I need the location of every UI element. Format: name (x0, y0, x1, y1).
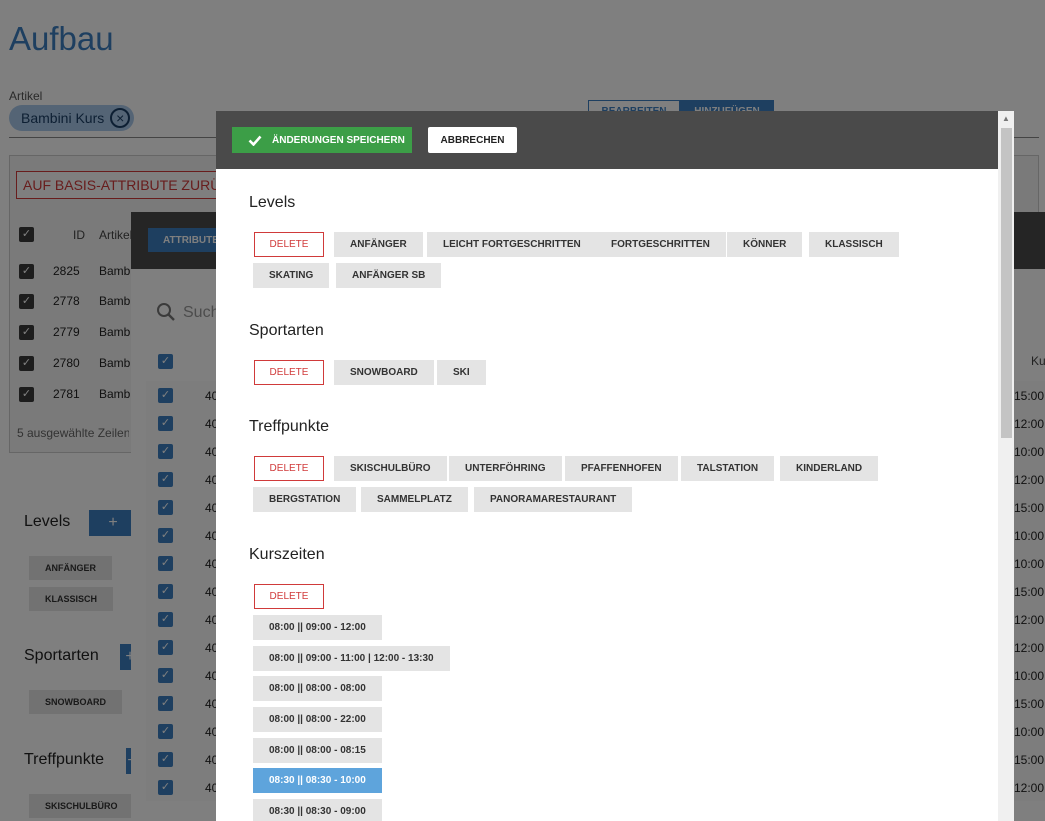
modal-header: ÄNDERUNGEN SPEICHERN ABBRECHEN (216, 111, 1014, 169)
section-title-kurszeiten: Kurszeiten (249, 546, 325, 563)
delete-kurszeiten-button[interactable]: DELETE (254, 584, 324, 609)
tag-kinderland[interactable]: KINDERLAND (780, 456, 879, 481)
delete-levels-button[interactable]: DELETE (254, 232, 324, 257)
tag-kurszeit-7[interactable]: 08:30 || 08:30 - 09:00 (253, 799, 382, 821)
tag-skating[interactable]: SKATING (253, 263, 330, 288)
section-title-levels: Levels (249, 194, 296, 211)
tag-koenner[interactable]: KÖNNER (727, 232, 803, 257)
tag-anfaenger-sb[interactable]: ANFÄNGER SB (336, 263, 442, 288)
tag-leicht-fortgeschritten[interactable]: LEICHT FORTGESCHRITTEN (427, 232, 597, 257)
section-title-treffpunkte: Treffpunkte (249, 418, 330, 435)
tag-kurszeit-2[interactable]: 08:00 || 09:00 - 11:00 | 12:00 - 13:30 (253, 646, 450, 671)
tag-kurszeit-5[interactable]: 08:00 || 08:00 - 08:15 (253, 738, 382, 763)
check-icon (248, 135, 262, 146)
scroll-up-icon[interactable]: ▲ (1002, 114, 1010, 123)
save-changes-label: ÄNDERUNGEN SPEICHERN (272, 134, 405, 146)
tag-kurszeit-1[interactable]: 08:00 || 09:00 - 12:00 (253, 615, 382, 640)
tag-unterfoehring[interactable]: UNTERFÖHRING (449, 456, 562, 481)
tag-fortgeschritten[interactable]: FORTGESCHRITTEN (595, 232, 726, 257)
tag-klassisch[interactable]: KLASSISCH (809, 232, 899, 257)
delete-treffpunkte-button[interactable]: DELETE (254, 456, 324, 481)
tag-pfaffenhofen[interactable]: PFAFFENHOFEN (565, 456, 678, 481)
tag-ski[interactable]: SKI (437, 360, 486, 385)
tag-talstation[interactable]: TALSTATION (681, 456, 775, 481)
tag-skischulbuero[interactable]: SKISCHULBÜRO (334, 456, 447, 481)
tag-bergstation[interactable]: BERGSTATION (253, 487, 357, 512)
tag-kurszeit-6-selected[interactable]: 08:30 || 08:30 - 10:00 (253, 768, 382, 793)
tag-sammelplatz[interactable]: SAMMELPLATZ (361, 487, 468, 512)
tag-panoramarestaurant[interactable]: PANORAMARESTAURANT (474, 487, 633, 512)
tag-anfaenger[interactable]: ANFÄNGER (334, 232, 423, 257)
tag-kurszeit-4[interactable]: 08:00 || 08:00 - 22:00 (253, 707, 382, 732)
tag-kurszeit-3[interactable]: 08:00 || 08:00 - 08:00 (253, 676, 382, 701)
cancel-button[interactable]: ABBRECHEN (428, 127, 517, 153)
save-changes-button[interactable]: ÄNDERUNGEN SPEICHERN (232, 127, 412, 153)
tag-snowboard[interactable]: SNOWBOARD (334, 360, 434, 385)
section-title-sportarten: Sportarten (249, 322, 324, 339)
scrollbar-thumb[interactable] (1001, 128, 1012, 438)
delete-sportarten-button[interactable]: DELETE (254, 360, 324, 385)
